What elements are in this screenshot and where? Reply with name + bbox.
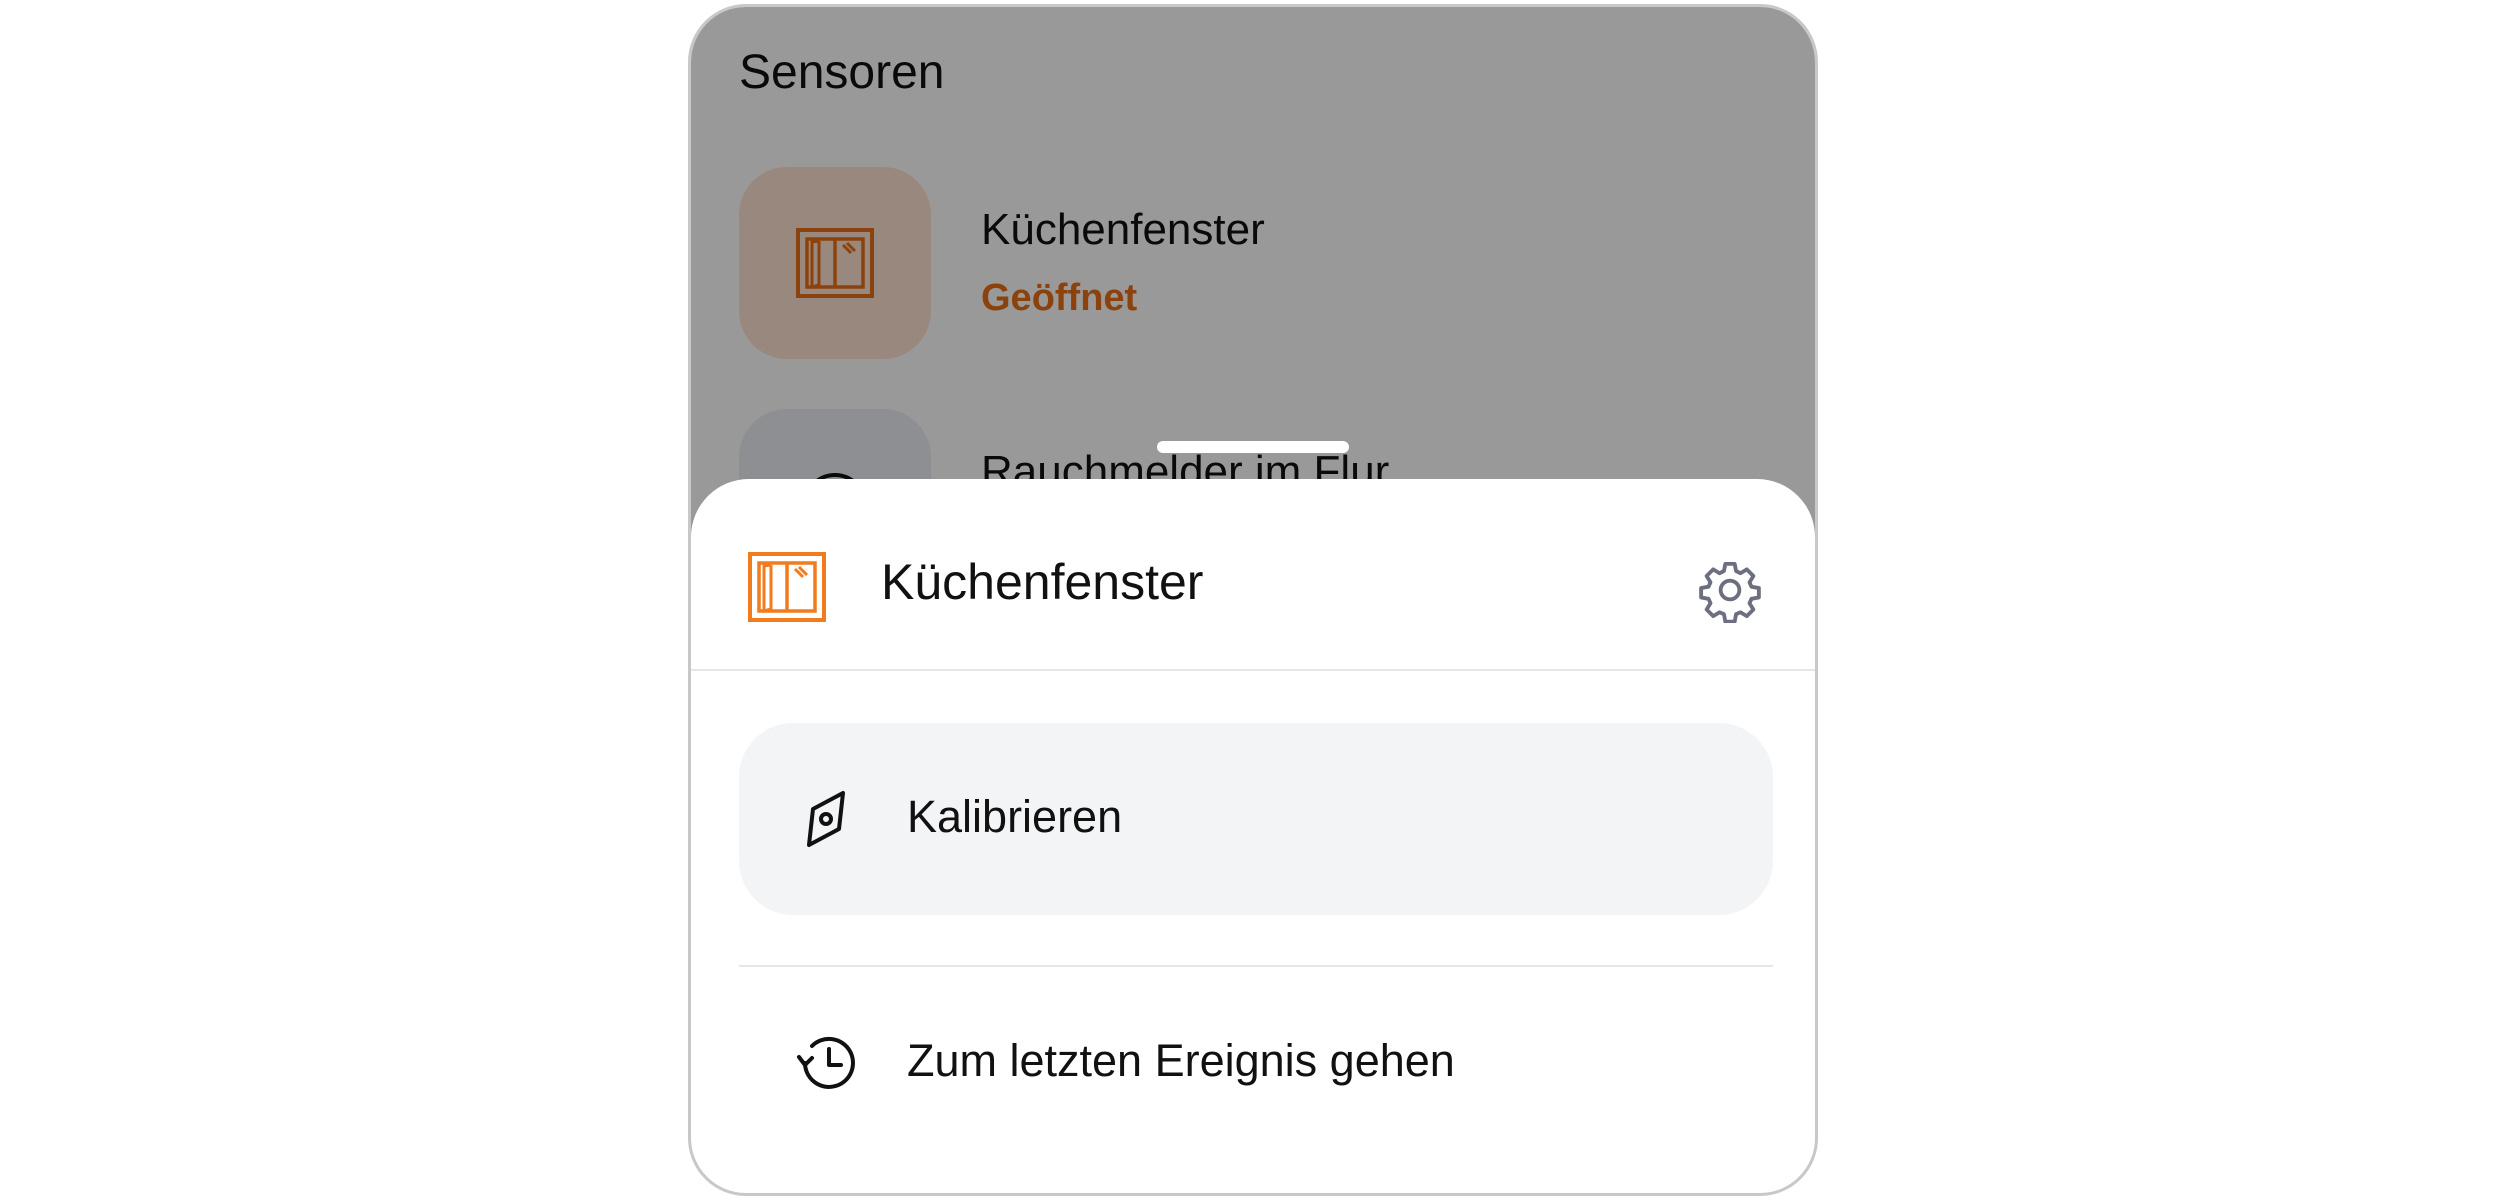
sheet-drag-handle[interactable] (1157, 441, 1349, 453)
gear-icon (1699, 561, 1761, 623)
window-icon (748, 552, 826, 622)
settings-button[interactable] (1695, 555, 1765, 625)
sheet-header: Küchenfenster (691, 479, 1815, 671)
sheet-title: Küchenfenster (881, 554, 1204, 610)
phone-frame: Sensoren Küchenfenster Geöffnet Rauchmel… (688, 4, 1818, 1196)
history-icon (797, 1036, 855, 1089)
bottom-sheet: Küchenfenster Kalibrieren Zum letzten Er… (691, 479, 1815, 1193)
calibrate-button[interactable]: Kalibrieren (739, 723, 1773, 915)
go-to-last-event-button[interactable]: Zum letzten Ereignis gehen (739, 967, 1773, 1159)
go-to-last-event-label: Zum letzten Ereignis gehen (907, 1035, 1455, 1086)
compass-icon (807, 791, 845, 847)
calibrate-label: Kalibrieren (907, 791, 1123, 842)
